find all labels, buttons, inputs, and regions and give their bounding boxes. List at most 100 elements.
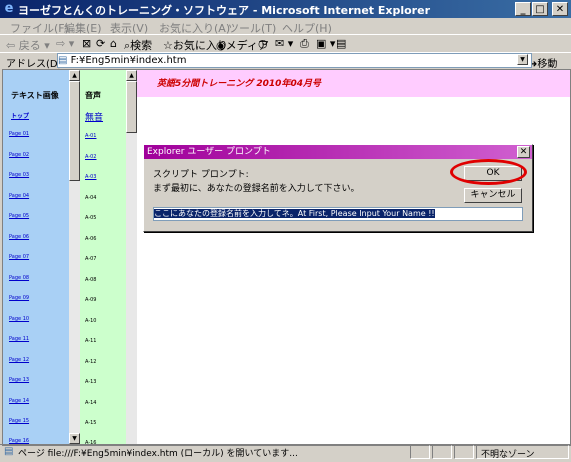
history-button[interactable]: ◷	[258, 37, 268, 50]
scroll-thumb[interactable]	[126, 81, 137, 133]
page-loading-icon: ▤	[4, 446, 14, 457]
page-link[interactable]: Page 11	[9, 336, 29, 342]
audio-item: A-12	[85, 359, 97, 365]
silent-link[interactable]: 無音	[85, 110, 103, 123]
stop-icon: ⊠	[82, 37, 92, 50]
dialog-close-button[interactable]: ✕	[517, 146, 530, 158]
page-link[interactable]: Page 09	[9, 295, 29, 301]
window-title: ヨーゼフとんくのトレーニング・ソフトウェア - Microsoft Intern…	[18, 4, 430, 17]
back-arrow-icon: ⇦	[6, 39, 16, 52]
page-link[interactable]: Page 06	[9, 234, 29, 240]
dialog-titlebar: Explorer ユーザー プロンプト	[144, 145, 532, 159]
chevron-up-icon: ▲	[129, 72, 134, 79]
highlight-ellipse	[450, 159, 527, 185]
audio-header: 音声	[85, 91, 101, 100]
history-icon: ◷	[258, 37, 268, 50]
favorites-icon: ☆	[163, 39, 173, 52]
page-link[interactable]: Page 13	[9, 377, 29, 383]
page-icon: ▤	[58, 55, 68, 66]
prompt-label: スクリプト プロンプト:	[153, 170, 249, 180]
name-input[interactable]: ここにあなたの登録名前を入力してネ。At First, Please Input…	[153, 207, 523, 221]
main-header: 英語5分間トレーニング 2010年04月号	[137, 70, 570, 97]
audio-item: A-11	[85, 338, 97, 344]
edit-icon: ▣	[316, 37, 327, 50]
close-button[interactable]: ✕	[552, 2, 568, 16]
mail-icon: ✉	[275, 37, 285, 50]
dialog-title: Explorer ユーザー プロンプト	[147, 147, 271, 157]
chevron-down-icon: ▼	[520, 56, 525, 63]
forward-button[interactable]: ⇨ ▾	[56, 37, 74, 50]
prompt-dialog: Explorer ユーザー プロンプト ✕ スクリプト プロンプト: まず最初に…	[143, 144, 533, 232]
page-link[interactable]: Page 15	[9, 418, 29, 424]
scroll-up-button[interactable]: ▲	[126, 70, 137, 81]
back-button[interactable]: ⇦ 戻る ▾	[6, 37, 50, 53]
page-link[interactable]: Page 04	[9, 193, 29, 199]
audio-link[interactable]: A-02	[85, 154, 96, 160]
window-titlebar: e ヨーゼフとんくのトレーニング・ソフトウェア - Microsoft Inte…	[0, 0, 571, 18]
page-link[interactable]: Page 08	[9, 275, 29, 281]
prompt-message: まず最初に、あなたの登録名前を入力して下さい。	[153, 184, 360, 194]
zone-text: 不明なゾーン	[481, 450, 535, 460]
page-link[interactable]: Page 02	[9, 152, 29, 158]
audio-item: A-07	[85, 256, 97, 262]
page-link[interactable]: Page 07	[9, 254, 29, 260]
audio-item: A-08	[85, 277, 97, 283]
forward-arrow-icon: ⇨	[56, 37, 66, 50]
home-button[interactable]: ⌂	[110, 37, 117, 50]
print-icon: ⎙	[300, 37, 309, 50]
print-button[interactable]: ⎙	[300, 37, 309, 51]
discuss-button[interactable]: ▤	[336, 37, 346, 50]
edit-button[interactable]: ▣ ▾	[316, 37, 335, 50]
text-image-header: テキスト画像	[11, 91, 59, 100]
ie-logo-icon: e	[4, 1, 14, 16]
search-button[interactable]: ⌕検索	[124, 37, 152, 53]
audio-item: A-04	[85, 195, 97, 201]
page-link[interactable]: Page 10	[9, 316, 29, 322]
status-text: ページ file:///F:¥Eng5min¥index.htm (ローカル) …	[18, 449, 298, 459]
menu-bar: ファイル(F) 編集(E) 表示(V) お気に入り(A) ツール(T) ヘルプ(…	[0, 18, 571, 35]
toolbar: ⇦ 戻る ▾ ⇨ ▾ ⊠ ⟳ ⌂ ⌕検索 ☆お気に入り ◉メディア ◷ ✉ ▾ …	[0, 34, 571, 53]
scroll-thumb[interactable]	[69, 81, 80, 181]
scroll-down-button[interactable]: ▼	[69, 433, 80, 444]
audio-frame-scrollbar[interactable]: ▲	[126, 70, 137, 445]
audio-item: A-05	[85, 215, 97, 221]
status-pane	[410, 445, 430, 459]
discuss-icon: ▤	[336, 37, 347, 50]
audio-link[interactable]: A-03	[85, 174, 96, 180]
address-input[interactable]: ▤ F:¥Eng5min¥index.htm	[57, 53, 532, 68]
zone-pane: 不明なゾーン	[476, 445, 569, 460]
status-pane	[432, 445, 452, 459]
address-dropdown-button[interactable]: ▼	[517, 54, 528, 65]
page-link[interactable]: Page 14	[9, 398, 29, 404]
scroll-up-button[interactable]: ▲	[69, 70, 80, 81]
stop-button[interactable]: ⊠	[82, 37, 91, 50]
page-title: 英語5分間トレーニング 2010年04月号	[157, 79, 321, 89]
audio-item: A-14	[85, 400, 97, 406]
text-frame-scrollbar[interactable]: ▲ ▼	[69, 70, 80, 445]
address-label: アドレス(D)	[6, 59, 62, 70]
home-icon: ⌂	[110, 37, 117, 50]
audio-item: A-15	[85, 420, 97, 426]
page-content: テキスト画像 トップ Page 01 Page 02 Page 03 Page …	[2, 69, 571, 446]
top-link[interactable]: トップ	[11, 111, 29, 120]
go-button[interactable]: ➜移動	[529, 55, 557, 70]
page-link[interactable]: Page 05	[9, 213, 29, 219]
audio-frame: 音声 無音 A-01 A-02 A-03 A-04 A-05 A-06 A-07…	[80, 70, 126, 445]
chevron-down-icon: ▼	[72, 435, 77, 442]
audio-item: A-09	[85, 297, 97, 303]
status-pane	[454, 445, 474, 459]
page-link[interactable]: Page 01	[9, 131, 29, 137]
page-link[interactable]: Page 03	[9, 172, 29, 178]
refresh-button[interactable]: ⟳	[96, 37, 105, 50]
audio-link[interactable]: A-01	[85, 133, 96, 139]
cancel-button[interactable]: キャンセル	[464, 188, 522, 203]
media-icon: ◉	[216, 39, 226, 52]
audio-item: A-06	[85, 236, 97, 242]
page-link[interactable]: Page 12	[9, 357, 29, 363]
audio-item: A-10	[85, 318, 97, 324]
mail-button[interactable]: ✉ ▾	[275, 37, 293, 50]
minimize-button[interactable]: _	[515, 2, 531, 16]
maximize-button[interactable]: □	[532, 2, 548, 16]
text-image-frame: テキスト画像 トップ Page 01 Page 02 Page 03 Page …	[3, 70, 69, 445]
refresh-icon: ⟳	[96, 37, 106, 50]
